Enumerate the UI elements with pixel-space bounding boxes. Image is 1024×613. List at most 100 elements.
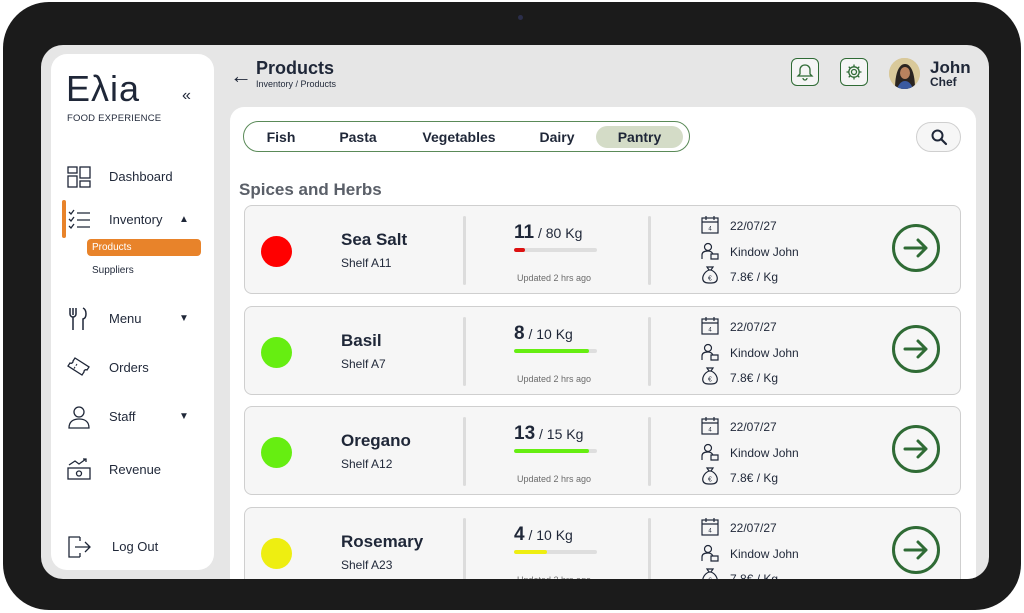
product-name: Sea Salt [341, 230, 408, 249]
sidebar-item-label: Dashboard [109, 168, 173, 184]
money-bag-icon: € [702, 266, 718, 284]
stock-level-fill [514, 550, 548, 554]
svg-text:4: 4 [708, 428, 712, 434]
product-shelf: Shelf A11 [341, 256, 392, 270]
svg-text:4: 4 [708, 328, 712, 334]
stock-quantity: 8 / 10 Kg [514, 323, 573, 344]
sidebar-item-staff[interactable]: Staff ▼ [51, 401, 214, 431]
price-per-kg: 7.8€ / Kg [730, 572, 779, 579]
updated-time: Updated 2 hrs ago [517, 374, 592, 384]
sidebar-item-inventory[interactable]: Inventory ▲ [51, 204, 214, 234]
divider [648, 518, 651, 579]
camera-dot [518, 15, 523, 20]
product-shelf: Shelf A12 [341, 457, 393, 471]
chevron-up-icon: ▲ [179, 213, 189, 225]
updated-time: Updated 2 hrs ago [517, 575, 591, 579]
tab-dairy[interactable]: Dairy [521, 126, 593, 148]
stock-quantity: 4 / 10 Kg [514, 524, 573, 545]
cutlery-icon [69, 307, 87, 330]
divider [648, 417, 651, 486]
stock-level-fill [514, 248, 526, 252]
sidebar-subitem-suppliers[interactable]: Suppliers [87, 262, 201, 279]
open-product-button[interactable] [891, 223, 941, 273]
delivery-date: 22/07/27 [730, 521, 777, 535]
tablet-frame: Ελia FOOD EXPERIENCE « Dashboard Invento [3, 2, 1021, 610]
open-product-button[interactable] [891, 525, 941, 575]
sidebar-item-label: Revenue [109, 461, 162, 477]
tab-pasta[interactable]: Pasta [328, 126, 388, 148]
sidebar-item-revenue[interactable]: Revenue [51, 454, 214, 484]
user-photo [889, 58, 920, 89]
open-product-button[interactable] [891, 324, 941, 374]
revenue-icon [67, 458, 91, 480]
supplier-icon [701, 544, 719, 562]
svg-text:4: 4 [708, 529, 712, 535]
money-bag-icon: € [702, 467, 718, 485]
product-shelf: Shelf A7 [341, 357, 386, 371]
section-title: Spices and Herbs [239, 180, 382, 199]
chevron-down-icon: ▼ [179, 410, 189, 422]
divider [463, 518, 466, 579]
category-tabs: Fish Pasta Vegetables Dairy Pantry [243, 121, 690, 152]
stock-status-dot [261, 437, 292, 468]
product-card: Basil Shelf A7 8 / 10 Kg Updated 2 hrs a… [244, 306, 961, 395]
stock-status-dot [261, 236, 292, 267]
updated-time: Updated 2 hrs ago [517, 474, 592, 484]
updated-time: Updated 2 hrs ago [517, 273, 592, 283]
delivery-date: 22/07/27 [730, 320, 777, 334]
divider [463, 317, 466, 386]
dashboard-icon [67, 166, 91, 188]
stock-level-bar [514, 349, 597, 353]
divider [648, 216, 651, 285]
user-role: Chef [930, 75, 957, 89]
delivery-date: 22/07/27 [730, 420, 777, 434]
back-arrow-button[interactable]: ← [230, 63, 252, 89]
brand-tagline: FOOD EXPERIENCE [67, 113, 162, 124]
breadcrumb[interactable]: Inventory / Products [256, 79, 336, 89]
notifications-button[interactable] [791, 58, 819, 86]
stock-level-bar [514, 248, 597, 252]
supplier-name: Kindow John [730, 245, 799, 259]
product-card: Oregano Shelf A12 13 / 15 Kg Updated 2 h… [244, 406, 961, 495]
product-name: Rosemary [341, 532, 424, 551]
svg-text:4: 4 [708, 227, 712, 233]
settings-button[interactable] [840, 58, 868, 86]
delivery-date: 22/07/27 [730, 219, 777, 233]
gear-icon [846, 64, 862, 80]
products-panel: Fish Pasta Vegetables Dairy Pantry Spice… [230, 107, 976, 579]
sidebar-item-orders[interactable]: Orders [51, 352, 214, 382]
logout-button[interactable]: Log Out [51, 531, 214, 561]
tab-pantry[interactable]: Pantry [596, 126, 683, 148]
calendar-icon: 4 [701, 216, 719, 234]
search-button[interactable] [916, 122, 961, 152]
brand-logo: Ελia [66, 68, 141, 109]
svg-text:€: € [708, 276, 712, 283]
stock-level-bar [514, 550, 597, 554]
svg-text:€: € [708, 377, 712, 384]
supplier-icon [701, 242, 719, 260]
price-per-kg: 7.8€ / Kg [730, 371, 779, 385]
supplier-name: Kindow John [730, 346, 799, 360]
divider [463, 216, 466, 285]
supplier-name: Kindow John [730, 446, 799, 460]
calendar-icon: 4 [701, 417, 719, 435]
calendar-icon: 4 [701, 518, 719, 536]
product-shelf: Shelf A23 [341, 558, 393, 572]
chevron-down-icon: ▼ [179, 312, 189, 324]
open-product-button[interactable] [891, 424, 941, 474]
sidebar-item-dashboard[interactable]: Dashboard [51, 161, 214, 191]
price-per-kg: 7.8€ / Kg [730, 471, 779, 485]
sidebar-item-label: Orders [109, 359, 149, 375]
tab-fish[interactable]: Fish [256, 126, 306, 148]
logout-icon [68, 536, 91, 558]
checklist-icon [68, 209, 90, 229]
sidebar-item-menu[interactable]: Menu ▼ [51, 303, 214, 333]
avatar[interactable] [889, 58, 920, 89]
stock-level-fill [514, 349, 589, 353]
sidebar-subitem-products[interactable]: Products [87, 239, 201, 256]
product-card: Sea Salt Shelf A11 11 / 80 Kg Updated 2 … [244, 205, 961, 294]
search-icon [931, 129, 947, 146]
tab-vegetables[interactable]: Vegetables [409, 126, 509, 148]
collapse-sidebar-button[interactable]: « [182, 87, 191, 105]
stock-quantity: 11 / 80 Kg [514, 222, 583, 243]
